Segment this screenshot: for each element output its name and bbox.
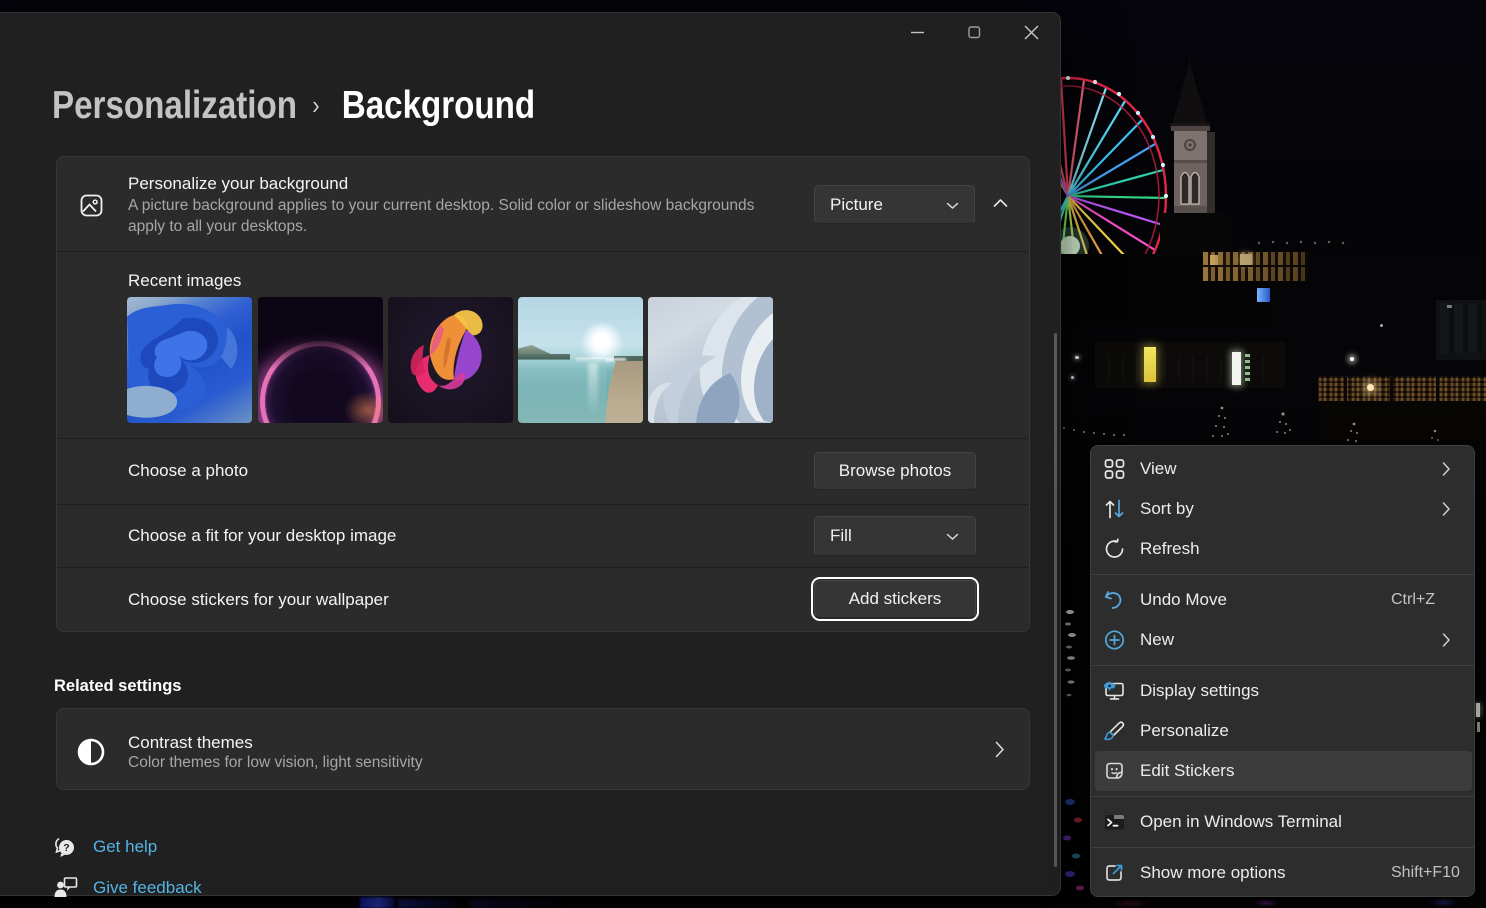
svg-text:?: ? bbox=[63, 842, 69, 854]
